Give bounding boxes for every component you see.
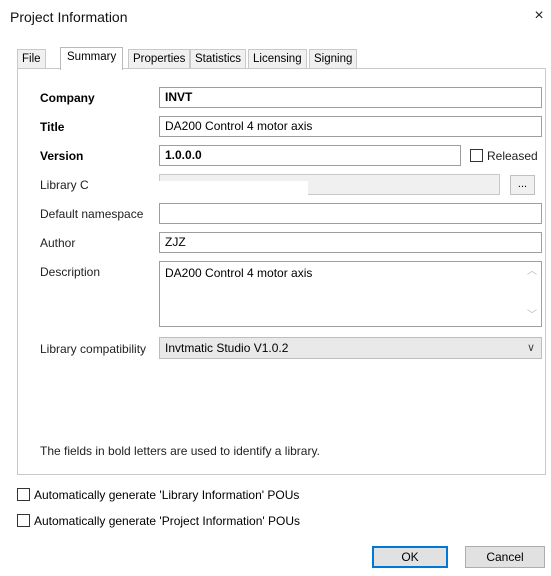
author-field[interactable]: ZJZ (159, 232, 542, 253)
overlay-artifact (100, 181, 308, 203)
tab-signing[interactable]: Signing (309, 49, 358, 69)
company-field[interactable]: INVT (159, 87, 542, 108)
version-label: Version (40, 149, 84, 163)
ok-button[interactable]: OK (372, 546, 448, 568)
window-title: Project Information (10, 9, 128, 25)
chevron-down-icon: ∨ (526, 342, 535, 354)
tab-summary[interactable]: Summary (60, 47, 124, 70)
library-categories-label: Library C (40, 178, 89, 192)
version-field[interactable]: 1.0.0.0 (159, 145, 461, 166)
description-field[interactable]: DA200 Control 4 motor axis ︿ ﹀ (159, 261, 542, 327)
company-label: Company (40, 91, 95, 105)
browse-button[interactable]: ... (510, 175, 535, 195)
default-namespace-label: Default namespace (40, 207, 144, 221)
library-compatibility-value: Invtmatic Studio V1.0.2 (165, 341, 289, 355)
title-bar: Project Information × (0, 0, 551, 38)
scroll-up-icon[interactable]: ︿ (526, 266, 538, 278)
auto-library-info-checkbox[interactable] (17, 488, 30, 501)
auto-project-info-label: Automatically generate 'Project Informat… (34, 514, 301, 528)
scroll-down-icon[interactable]: ﹀ (526, 310, 538, 322)
auto-library-info-label: Automatically generate 'Library Informat… (34, 488, 300, 502)
description-text: DA200 Control 4 motor axis (165, 266, 313, 280)
author-label: Author (40, 236, 76, 250)
tab-file[interactable]: File (17, 49, 46, 69)
tab-statistics[interactable]: Statistics (190, 49, 247, 69)
library-compatibility-label: Library compatibility (40, 342, 147, 356)
title-field[interactable]: DA200 Control 4 motor axis (159, 116, 542, 137)
title-label: Title (40, 120, 65, 134)
close-icon[interactable]: × (531, 6, 547, 26)
released-checkbox[interactable] (470, 149, 483, 162)
auto-project-info-checkbox[interactable] (17, 514, 30, 527)
bold-fields-note: The fields in bold letters are used to i… (40, 444, 320, 458)
tab-licensing[interactable]: Licensing (248, 49, 307, 69)
cancel-button[interactable]: Cancel (465, 546, 545, 568)
released-label: Released (487, 149, 538, 163)
description-label: Description (40, 265, 101, 279)
tab-properties[interactable]: Properties (128, 49, 191, 69)
default-namespace-field[interactable] (159, 203, 542, 224)
library-compatibility-select[interactable]: Invtmatic Studio V1.0.2 ∨ (159, 337, 542, 359)
